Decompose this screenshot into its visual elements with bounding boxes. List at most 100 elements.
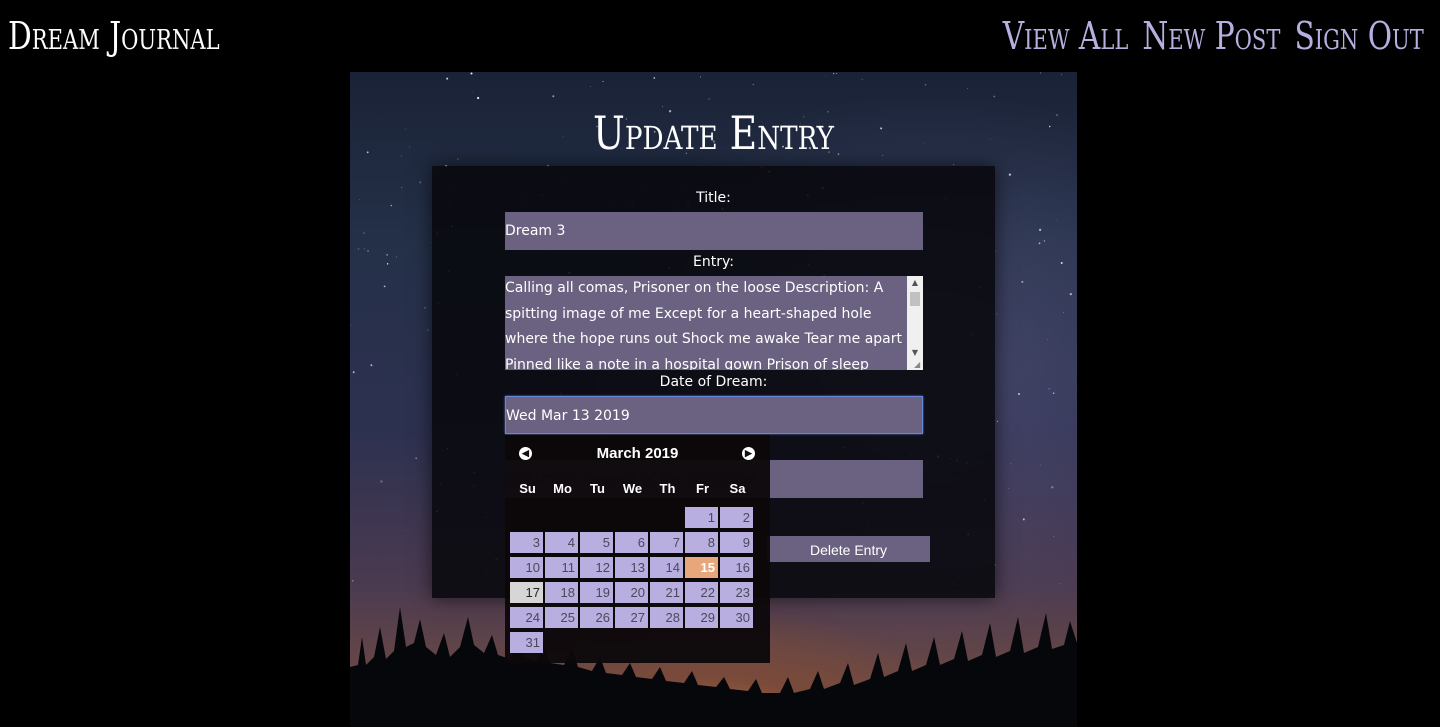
star — [1055, 114, 1059, 117]
datepicker-day[interactable]: 28 — [650, 607, 683, 628]
scroll-up-icon[interactable]: ▲ — [907, 276, 923, 290]
datepicker-day[interactable]: 5 — [580, 532, 613, 553]
scroll-down-icon[interactable]: ▼ — [907, 346, 923, 360]
star — [363, 248, 365, 250]
datepicker-day[interactable]: 8 — [685, 532, 718, 553]
delete-entry-button[interactable]: Delete Entry — [767, 536, 930, 562]
star — [352, 371, 355, 374]
nav-new-post[interactable]: New Post — [1143, 14, 1281, 58]
star — [1058, 163, 1060, 165]
star — [396, 256, 398, 258]
star — [1017, 392, 1021, 396]
weekday-header: We — [622, 481, 643, 496]
datepicker-day[interactable]: 17 — [510, 582, 543, 603]
star — [1048, 125, 1051, 128]
star — [446, 77, 449, 80]
scroll-thumb[interactable] — [910, 292, 920, 306]
star — [408, 146, 410, 148]
star — [427, 329, 429, 331]
datepicker-popup: ◀ March 2019 ▶ Su Mo Tu We Th Fr Sa 1 2 3 4 5 6 7 8 9 10… — [505, 435, 770, 663]
star — [366, 151, 369, 154]
datepicker-day[interactable]: 22 — [685, 582, 718, 603]
star — [752, 83, 754, 86]
datepicker-day[interactable]: 16 — [720, 557, 753, 578]
title-input[interactable]: Dream 3 — [505, 212, 923, 250]
datepicker-day[interactable]: 10 — [510, 557, 543, 578]
star — [995, 250, 997, 252]
brand-logo-text[interactable]: Dream Journal — [8, 14, 220, 58]
star — [708, 98, 710, 100]
star — [832, 72, 835, 75]
nav-sign-out[interactable]: Sign Out — [1295, 14, 1424, 58]
star — [999, 367, 1001, 368]
star — [700, 76, 701, 78]
star — [1039, 228, 1042, 231]
star — [1056, 220, 1058, 221]
star — [1053, 536, 1055, 538]
nav-view-all[interactable]: View All — [1003, 14, 1129, 58]
star — [589, 85, 591, 87]
star — [967, 87, 969, 89]
star — [1051, 486, 1054, 489]
datepicker-day[interactable]: 11 — [545, 557, 578, 578]
star — [419, 181, 422, 184]
date-input[interactable]: Wed Mar 13 2019 — [505, 396, 923, 434]
datepicker-day[interactable]: 15 — [685, 557, 718, 578]
datepicker-day[interactable]: 26 — [580, 607, 613, 628]
weekday-header: Su — [519, 481, 536, 496]
star — [359, 199, 361, 201]
star — [424, 306, 427, 309]
star — [386, 254, 388, 256]
datepicker-day[interactable]: 30 — [720, 607, 753, 628]
datepicker-day[interactable]: 19 — [580, 582, 613, 603]
datepicker-day[interactable]: 24 — [510, 607, 543, 628]
star — [1052, 392, 1055, 394]
datepicker-day[interactable]: 21 — [650, 582, 683, 603]
datepicker-day[interactable]: 18 — [545, 582, 578, 603]
datepicker-day[interactable]: 3 — [510, 532, 543, 553]
star — [602, 80, 604, 83]
chevron-right-icon[interactable]: ▶ — [742, 447, 755, 460]
datepicker-day[interactable]: 23 — [720, 582, 753, 603]
star — [996, 420, 999, 423]
datepicker-day[interactable]: 6 — [615, 532, 648, 553]
star — [552, 95, 555, 98]
date-label: Date of Dream: — [659, 374, 768, 390]
main-nav: View All New Post Sign Out — [1003, 14, 1424, 58]
star — [836, 73, 837, 74]
resize-grip-icon[interactable]: ◢ — [914, 361, 922, 369]
star — [1043, 240, 1046, 242]
weekday-header: Mo — [553, 481, 572, 496]
datepicker-day[interactable]: 25 — [545, 607, 578, 628]
datepicker-day[interactable]: 27 — [615, 607, 648, 628]
star — [367, 250, 369, 252]
star — [472, 91, 473, 92]
entry-text: Calling all comas, Prisoner on the loose… — [505, 280, 903, 370]
entry-scrollbar[interactable]: ▲ ▼ ◢ — [907, 276, 923, 370]
star — [370, 364, 373, 367]
star — [1048, 388, 1050, 390]
star — [400, 155, 402, 157]
star — [1047, 339, 1048, 340]
title-label: Title: — [696, 190, 731, 206]
datepicker-day[interactable]: 7 — [650, 532, 683, 553]
star — [404, 128, 406, 130]
datepicker-day[interactable]: 14 — [650, 557, 683, 578]
datepicker-day[interactable]: 4 — [545, 532, 578, 553]
star — [1061, 74, 1063, 76]
datepicker-day[interactable]: 20 — [615, 582, 648, 603]
datepicker-day[interactable]: 12 — [580, 557, 613, 578]
datepicker-day[interactable]: 29 — [685, 607, 718, 628]
datepicker-day[interactable]: 31 — [510, 632, 543, 653]
datepicker-day[interactable]: 2 — [720, 507, 753, 528]
star — [924, 84, 927, 86]
datepicker-day[interactable]: 1 — [685, 507, 718, 528]
entry-textarea[interactable]: Calling all comas, Prisoner on the loose… — [505, 276, 923, 370]
weekday-header: Fr — [696, 481, 709, 496]
datepicker-day[interactable]: 9 — [720, 532, 753, 553]
datepicker-day[interactable]: 13 — [615, 557, 648, 578]
weekday-header: Tu — [590, 481, 605, 496]
star — [1038, 242, 1041, 245]
weekday-header: Sa — [729, 481, 746, 496]
star — [1040, 464, 1042, 466]
